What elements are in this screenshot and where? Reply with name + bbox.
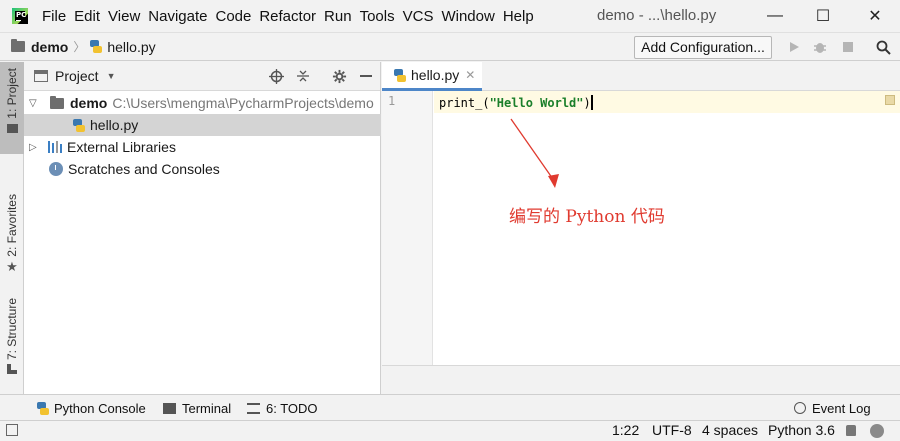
file-encoding[interactable]: UTF-8 [652, 422, 692, 438]
tree-file-name: hello.py [90, 117, 139, 133]
folder-icon [6, 123, 18, 133]
structure-icon [7, 364, 17, 375]
editor-bottom-area [382, 365, 900, 394]
line-number-gutter: 1 [382, 91, 433, 365]
terminal-label: Terminal [182, 400, 232, 416]
menu-run[interactable]: Run [324, 8, 358, 25]
add-configuration-button[interactable]: Add Configuration... [634, 36, 772, 59]
python-console-label: Python Console [54, 400, 146, 416]
pycharm-logo-icon: PC [12, 8, 28, 24]
run-icon[interactable] [785, 38, 803, 56]
analysis-marker-icon[interactable] [885, 95, 895, 105]
menu-help[interactable]: Help [503, 8, 540, 25]
scratches-label: Scratches and Consoles [68, 161, 220, 177]
tree-root-name: demo [70, 95, 108, 111]
event-log-label: Event Log [812, 400, 871, 416]
tree-item-external-libraries[interactable]: ▷ External Libraries [24, 136, 381, 158]
project-tool-tab[interactable]: 1: Project [0, 62, 24, 154]
menu-window[interactable]: Window [441, 8, 500, 25]
caret-position[interactable]: 1:22 [612, 422, 639, 438]
maximize-button[interactable]: ☐ [800, 0, 846, 32]
lock-icon[interactable] [846, 425, 856, 436]
chevron-down-icon[interactable]: ▼ [107, 71, 116, 81]
menu-tools[interactable]: Tools [360, 8, 401, 25]
menu-vcs[interactable]: VCS [403, 8, 440, 25]
tab-hello-py[interactable]: hello.py ✕ [382, 62, 482, 91]
terminal-button[interactable]: Terminal [163, 395, 231, 421]
menu-view[interactable]: View [108, 8, 146, 25]
code-paren: ) [583, 96, 591, 110]
search-icon[interactable] [874, 38, 892, 56]
code-function: print_( [439, 96, 490, 110]
menu-edit[interactable]: Edit [74, 8, 106, 25]
breadcrumb-file[interactable]: hello.py [107, 39, 155, 55]
annotation-arrow [510, 118, 559, 188]
line-number: 1 [388, 94, 396, 108]
debug-icon[interactable] [811, 38, 829, 56]
folder-icon [50, 95, 64, 109]
navigation-bar: demo 〉 hello.py Add Configuration... [0, 32, 900, 61]
project-tool-label: 1: Project [5, 68, 19, 119]
minimize-button[interactable]: — [752, 0, 798, 32]
chevron-down-icon[interactable]: ▽ [29, 98, 37, 109]
hide-panel-icon[interactable] [357, 67, 375, 85]
close-icon[interactable]: ✕ [465, 68, 475, 82]
favorites-tool-tab[interactable]: 2: Favorites ★ [0, 194, 24, 284]
close-button[interactable]: ✕ [852, 0, 898, 32]
star-icon: ★ [6, 258, 18, 274]
left-tool-strip: 1: Project 2: Favorites ★ 7: Structure [0, 62, 24, 394]
todo-label: 6: TODO [266, 400, 318, 416]
structure-tool-tab[interactable]: 7: Structure [0, 298, 24, 384]
tool-windows-icon[interactable] [6, 424, 18, 436]
python-file-icon [394, 68, 406, 82]
menu-code[interactable]: Code [215, 8, 257, 25]
python-console-icon [37, 401, 49, 415]
tree-root-path: C:\Users\mengma\PycharmProjects\demo [112, 95, 374, 111]
terminal-icon [163, 402, 176, 414]
python-file-icon [90, 40, 103, 53]
todo-icon [247, 402, 260, 414]
python-file-icon [73, 118, 85, 132]
project-panel-header: Project ▼ [24, 62, 380, 91]
project-panel-title[interactable]: Project [55, 68, 99, 84]
tree-item-hello-py[interactable]: hello.py [24, 114, 381, 136]
event-log-icon [794, 402, 806, 414]
tree-item-demo[interactable]: ▽ demo C:\Users\mengma\PycharmProjects\d… [24, 92, 381, 114]
project-window-icon [34, 70, 48, 82]
python-console-button[interactable]: Python Console [37, 395, 146, 421]
python-interpreter[interactable]: Python 3.6 [768, 422, 835, 438]
scratches-icon [49, 162, 63, 176]
external-libraries-label: External Libraries [67, 139, 176, 155]
favorites-tool-label: 2: Favorites [5, 194, 19, 257]
project-panel: Project ▼ ▽ demo C:\Users\mengma\Pycharm… [24, 62, 381, 394]
event-log-button[interactable]: Event Log [794, 395, 871, 421]
text-cursor [590, 95, 593, 110]
editor-area: hello.py ✕ 1 print_("Hello World") 编写的 P… [382, 62, 900, 394]
library-icon [48, 141, 62, 153]
structure-tool-label: 7: Structure [5, 298, 19, 361]
status-bar: 1:22 UTF-8 4 spaces Python 3.6 [0, 420, 900, 441]
breadcrumb-separator: 〉 [73, 40, 86, 54]
tree-item-scratches[interactable]: Scratches and Consoles [24, 158, 381, 180]
inspector-icon[interactable] [870, 424, 884, 438]
folder-icon [11, 39, 25, 52]
window-title: demo - ...\hello.py [597, 7, 717, 24]
stop-icon[interactable] [839, 38, 857, 56]
gear-icon[interactable] [330, 67, 348, 85]
menu-navigate[interactable]: Navigate [148, 8, 213, 25]
collapse-all-icon[interactable] [294, 67, 312, 85]
indent-setting[interactable]: 4 spaces [702, 422, 758, 438]
code-string: "Hello World" [489, 96, 584, 110]
editor-tab-bar: hello.py ✕ [382, 62, 900, 91]
breadcrumb-project[interactable]: demo [31, 39, 68, 55]
annotation-text: 编写的 Python 代码 [509, 207, 665, 227]
menu-refactor[interactable]: Refactor [259, 8, 322, 25]
bottom-tool-bar: Python Console Terminal 6: TODO Event Lo… [0, 394, 900, 420]
tab-label: hello.py [411, 67, 460, 83]
locate-icon[interactable] [267, 67, 285, 85]
todo-button[interactable]: 6: TODO [247, 395, 318, 421]
chevron-right-icon[interactable]: ▷ [29, 142, 37, 153]
menu-file[interactable]: File [42, 8, 72, 25]
code-line[interactable]: print_("Hello World") [439, 95, 593, 110]
